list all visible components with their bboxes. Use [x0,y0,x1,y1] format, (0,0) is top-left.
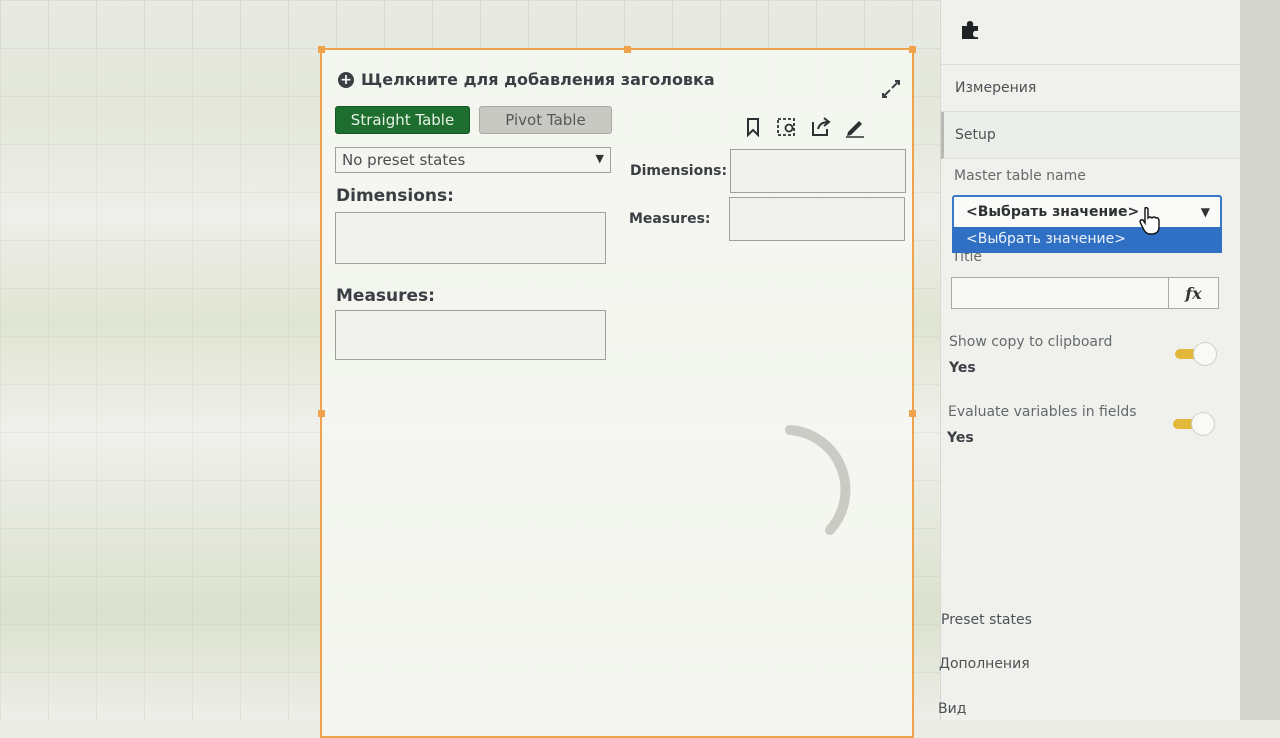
add-circle-icon: + [338,71,354,88]
section-preset-states[interactable]: Preset states [941,612,1032,628]
toggle-knob [1191,412,1215,436]
export-icon[interactable] [810,116,832,138]
properties-panel: Измерения Setup Master table name <Выбра… [938,0,1241,720]
master-table-selected: <Выбрать значение> [966,204,1140,220]
resize-handle[interactable] [909,46,916,53]
resize-handle[interactable] [624,46,631,53]
copy-clipboard-toggle[interactable] [1171,342,1217,366]
evaluate-variables-toggle[interactable] [1169,412,1215,436]
section-setup[interactable]: Setup [941,112,1241,159]
section-appearance[interactable]: Вид [938,701,966,717]
hand-cursor-icon [1139,206,1160,235]
side-measures-label: Measures: [629,211,711,227]
panel-header [941,0,1241,65]
measures-label: Measures: [336,286,435,306]
master-table-dropdown[interactable]: <Выбрать значение> ▼ [952,195,1222,229]
title-input[interactable] [951,277,1169,309]
bookmark-icon[interactable] [742,116,764,138]
evaluate-variables-value: Yes [947,430,974,446]
fx-expression-button[interactable]: fx [1169,277,1219,309]
object-title-text: Щелкните для добавления заголовка [361,70,715,89]
straight-table-button[interactable]: Straight Table [335,106,470,134]
side-measures-box[interactable] [729,197,905,241]
object-title[interactable]: + Щелкните для добавления заголовка [338,70,715,89]
resize-handle[interactable] [909,410,916,417]
resize-handle[interactable] [318,410,325,417]
dropdown-option[interactable]: <Выбрать значение> [952,227,1222,253]
screen-edge [1240,0,1280,720]
dimensions-label: Dimensions: [336,186,454,206]
expand-icon[interactable] [880,78,902,100]
pencil-icon[interactable] [844,116,866,138]
preset-states-select[interactable]: No preset states ▼ [335,147,611,173]
master-table-label: Master table name [954,168,1086,184]
section-dimensions[interactable]: Измерения [941,65,1241,112]
toggle-knob [1193,342,1217,366]
chevron-down-icon: ▼ [595,152,604,165]
evaluate-variables-label: Evaluate variables in fields [948,404,1137,420]
loading-spinner [785,425,851,535]
object-toolbar [742,116,866,138]
resize-handle[interactable] [318,46,325,53]
preset-select-value: No preset states [342,151,466,169]
selection-icon[interactable] [776,116,798,138]
dimensions-dropzone[interactable] [335,212,606,264]
copy-clipboard-label: Show copy to clipboard [949,334,1113,350]
pivot-table-button[interactable]: Pivot Table [479,106,612,134]
puzzle-icon[interactable] [959,19,981,45]
copy-clipboard-value: Yes [949,360,976,376]
chevron-down-icon: ▼ [1200,205,1210,219]
measures-dropzone[interactable] [335,310,606,360]
side-dimensions-box[interactable] [730,149,906,193]
section-extensions[interactable]: Дополнения [939,656,1030,672]
extension-object[interactable]: + Щелкните для добавления заголовка Stra… [318,46,916,738]
side-dimensions-label: Dimensions: [630,163,728,179]
